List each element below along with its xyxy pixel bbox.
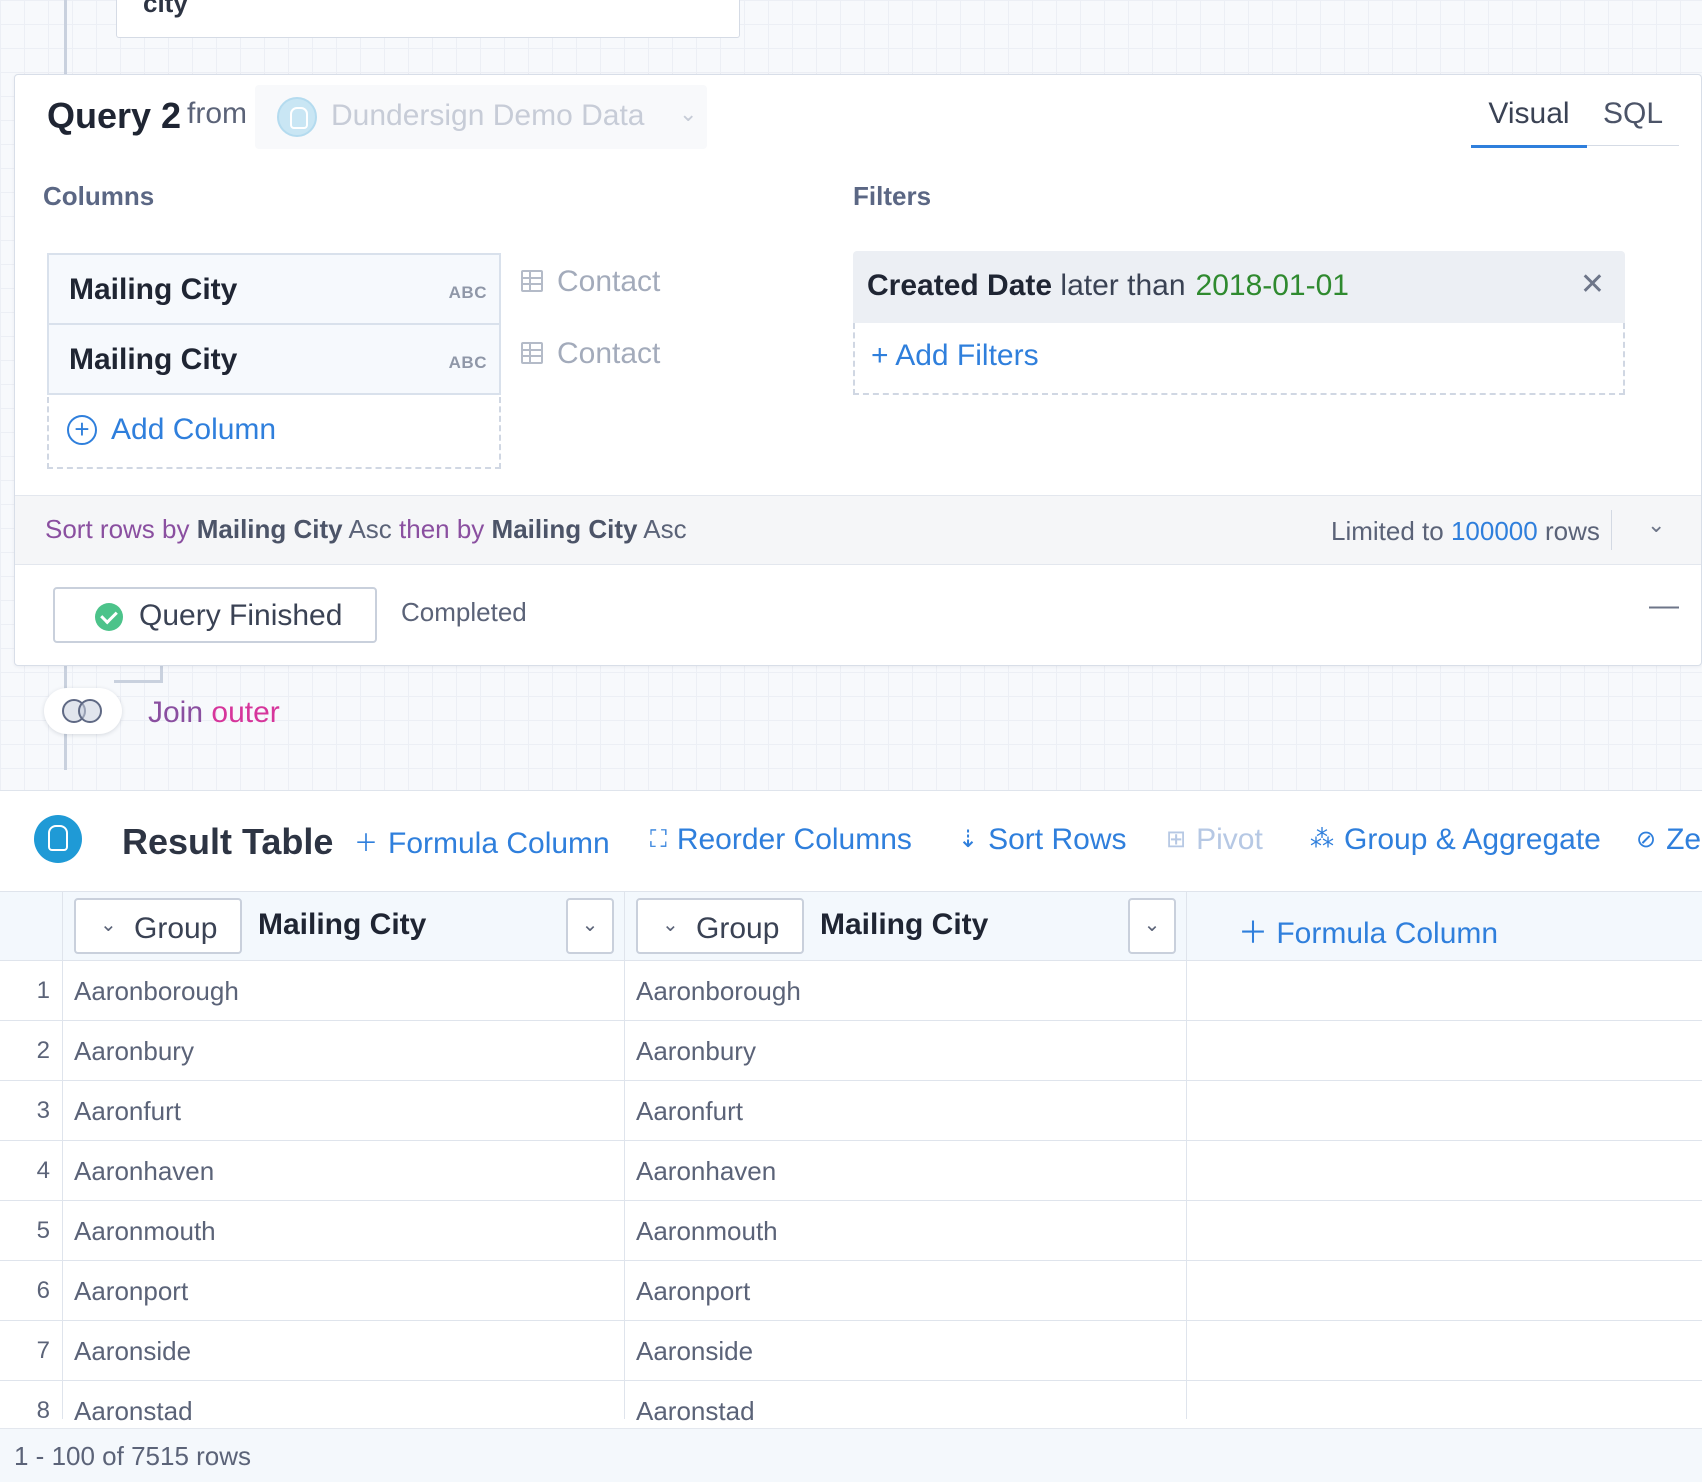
column-menu-button[interactable]: ⌄	[1128, 898, 1176, 954]
column-name: Mailing City	[69, 343, 238, 376]
database-icon	[34, 815, 82, 863]
query-status-button[interactable]: Query Finished	[53, 587, 377, 643]
plus-circle-icon: +	[67, 415, 97, 445]
column-name: Mailing City	[69, 273, 238, 306]
table-row[interactable]: 3 Aaronfurt Aaronfurt	[0, 1081, 1702, 1141]
close-icon[interactable]: ✕	[1580, 267, 1605, 302]
filter-field: Created Date	[867, 269, 1053, 302]
query-status-label: Query Finished	[139, 599, 343, 632]
pivot-icon: ⊞	[1166, 826, 1187, 853]
add-column-button[interactable]: + Add Column	[47, 397, 501, 469]
filter-value: 2018-01-01	[1195, 269, 1349, 302]
table-row[interactable]: 2 Aaronbury Aaronbury	[0, 1021, 1702, 1081]
group-icon: ⁂	[1310, 826, 1334, 853]
group-aggregate-button[interactable]: ⁂ Group & Aggregate	[1310, 823, 1601, 857]
row-limit[interactable]: Limited to 100000 rows	[1331, 516, 1600, 547]
query-title: Query 2	[47, 95, 182, 136]
database-icon	[277, 97, 317, 137]
table-icon	[521, 342, 543, 364]
sort-icon: ⇣	[958, 826, 979, 853]
join-label[interactable]: Join outer	[148, 696, 280, 730]
venn-icon	[78, 699, 102, 723]
chevron-down-icon: ⌄	[662, 914, 679, 936]
reorder-icon: ⛶	[650, 826, 667, 853]
join-button[interactable]	[44, 688, 122, 734]
column-header: Mailing City	[820, 908, 989, 941]
result-table-section: Result Table ＋ Formula Column ⛶ Reorder Co…	[0, 790, 1702, 1482]
add-filters-button[interactable]: + Add Filters	[853, 323, 1625, 395]
column-item[interactable]: Mailing City ABC	[47, 323, 501, 395]
result-table-title: Result Table	[122, 821, 334, 862]
tab-sql[interactable]: SQL	[1587, 97, 1679, 146]
divider	[1611, 510, 1612, 550]
query-card: Query 2 from Dundersign Demo Data ⌄ Visu…	[14, 74, 1702, 666]
filter-item[interactable]: Created Date later than 2018-01-01 ✕	[853, 251, 1625, 323]
header-formula-column-button[interactable]: ＋ Formula Column	[1238, 908, 1498, 952]
column-item[interactable]: Mailing City ABC	[47, 253, 501, 325]
column-source: Contact	[521, 265, 660, 299]
row-count: 1 - 100 of 7515 rows	[14, 1441, 252, 1471]
zero-icon: ⊘	[1636, 826, 1657, 853]
column-type-badge: ABC	[448, 353, 487, 372]
chevron-down-icon[interactable]: ⌄	[1647, 512, 1665, 538]
filters-label: Filters	[853, 181, 932, 211]
table-row[interactable]: 7 Aaronside Aaronside	[0, 1321, 1702, 1381]
table-footer: 1 - 100 of 7515 rows	[0, 1428, 1702, 1482]
datasource-label: Dundersign Demo Data	[331, 99, 645, 132]
sort-bar[interactable]: Sort rows by Mailing City Asc then by Ma…	[15, 495, 1701, 565]
sort-description: Sort rows by Mailing City Asc then by Ma…	[45, 514, 687, 544]
plus-icon: ＋	[354, 830, 378, 857]
formula-column-button[interactable]: ＋ Formula Column	[354, 823, 610, 861]
check-circle-icon	[95, 603, 123, 631]
column-source-label: Contact	[557, 265, 661, 298]
reorder-columns-button[interactable]: ⛶ Reorder Columns	[650, 823, 912, 857]
pivot-button[interactable]: ⊞ Pivot	[1166, 823, 1263, 857]
chevron-down-icon: ⌄	[679, 101, 698, 126]
column-source: Contact	[521, 337, 660, 371]
datasource-select[interactable]: Dundersign Demo Data ⌄	[255, 85, 707, 149]
column-header: Mailing City	[258, 908, 427, 941]
column-menu-button[interactable]: ⌄	[566, 898, 614, 954]
group-button[interactable]: ⌄ Group	[636, 898, 804, 954]
query-from-label: from	[187, 97, 247, 130]
table-icon	[521, 270, 543, 292]
tab-visual[interactable]: Visual	[1471, 97, 1587, 148]
filter-operator: later than	[1060, 269, 1186, 302]
column-type-badge: ABC	[448, 283, 487, 302]
table-row[interactable]: 6 Aaronport Aaronport	[0, 1261, 1702, 1321]
status-text: Completed	[401, 597, 527, 627]
group-button[interactable]: ⌄ Group	[74, 898, 242, 954]
chevron-down-icon: ⌄	[100, 914, 117, 936]
table-row[interactable]: 4 Aaronhaven Aaronhaven	[0, 1141, 1702, 1201]
table-row[interactable]: 1 Aaronborough Aaronborough	[0, 961, 1702, 1021]
add-filters-label: + Add Filters	[871, 339, 1039, 372]
add-column-label: Add Column	[111, 413, 277, 446]
flow-connector	[64, 0, 67, 74]
column-source-label: Contact	[557, 337, 661, 370]
previous-block-label: city	[143, 0, 188, 18]
previous-query-block[interactable]: city	[116, 0, 740, 38]
table-row[interactable]: 5 Aaronmouth Aaronmouth	[0, 1201, 1702, 1261]
table-header-row: ⌄ Group Mailing City ⌄ ⌄ Group Mailing C…	[0, 891, 1702, 961]
columns-label: Columns	[43, 181, 155, 211]
sort-rows-button[interactable]: ⇣ Sort Rows	[958, 823, 1126, 857]
collapse-button[interactable]: —	[1649, 589, 1679, 623]
flow-connector	[114, 680, 163, 683]
zero-fill-button[interactable]: ⊘ Ze	[1636, 823, 1701, 857]
